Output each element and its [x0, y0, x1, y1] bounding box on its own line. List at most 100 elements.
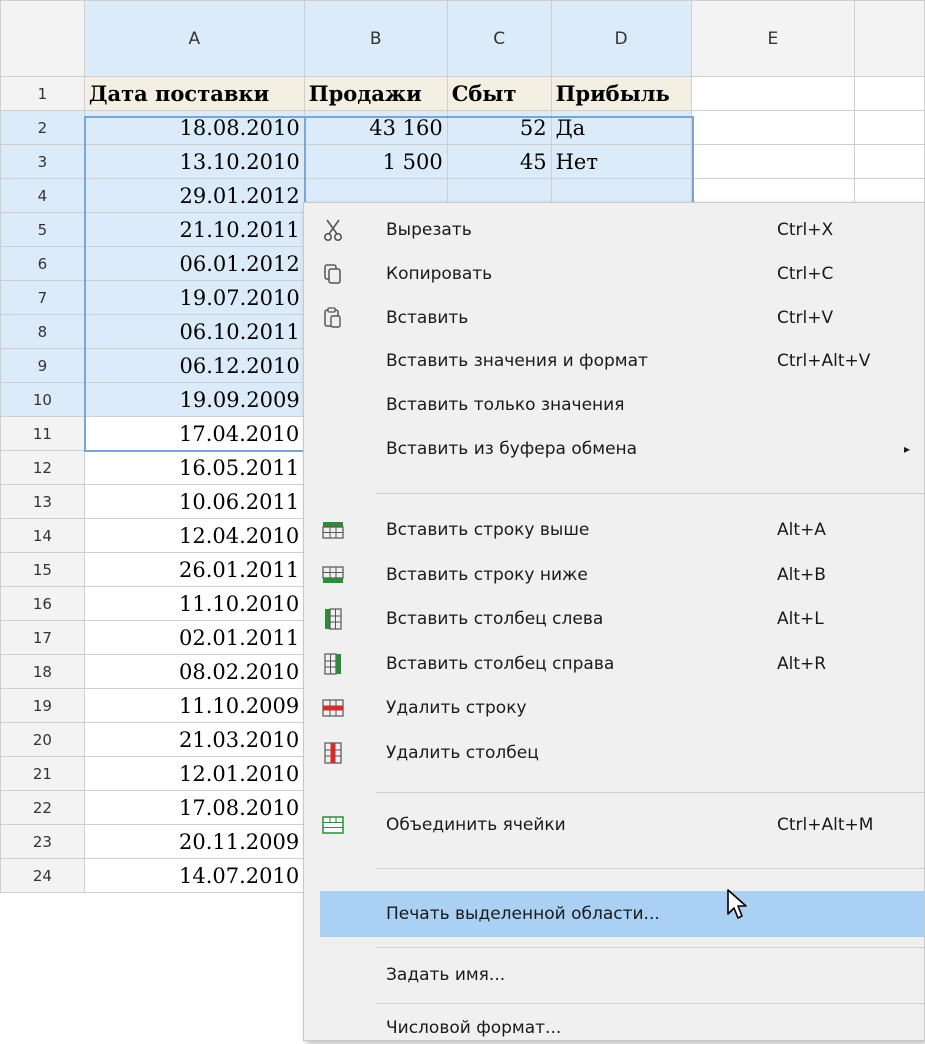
column-header-d[interactable]: D [550, 0, 692, 77]
menu-separator [376, 792, 924, 793]
cell-a24[interactable]: 14.07.2010 [83, 858, 306, 893]
row-header[interactable]: 6 [0, 246, 85, 281]
select-all-corner[interactable] [0, 0, 85, 77]
menu-item-delete-row[interactable]: Удалить строку [320, 688, 924, 728]
row-header[interactable]: 18 [0, 654, 85, 689]
cell-e3[interactable] [690, 144, 856, 179]
cell-a20[interactable]: 21.03.2010 [83, 722, 306, 757]
cell-d1[interactable]: Прибыль [550, 76, 692, 111]
cell-a5[interactable]: 21.10.2011 [83, 212, 305, 247]
row-header[interactable]: 14 [0, 518, 85, 553]
cell-b1[interactable]: Продажи [303, 76, 448, 111]
row-header[interactable]: 12 [0, 450, 85, 485]
menu-item-copy[interactable]: Копировать Ctrl+C [320, 254, 924, 294]
cell-a16[interactable]: 11.10.2010 [83, 586, 306, 621]
cell-a7[interactable]: 19.07.2010 [83, 280, 305, 315]
cell-a8[interactable]: 06.10.2011 [83, 314, 305, 349]
column-header-e[interactable]: E [690, 0, 856, 77]
cell-c1[interactable]: Сбыт [446, 76, 552, 111]
menu-item-define-name[interactable]: Задать имя... [320, 955, 924, 995]
row-header[interactable]: 11 [0, 416, 85, 451]
row-header[interactable]: 21 [0, 756, 85, 791]
menu-item-insert-column-left[interactable]: Вставить столбец слева Alt+L [320, 599, 924, 639]
row-header[interactable]: 20 [0, 722, 85, 757]
menu-item-insert-row-above[interactable]: Вставить строку выше Alt+A [320, 510, 924, 550]
copy-icon [320, 261, 346, 287]
menu-item-insert-row-below[interactable]: Вставить строку ниже Alt+B [320, 555, 924, 595]
row-header[interactable]: 5 [0, 212, 85, 247]
row-header[interactable]: 16 [0, 586, 85, 621]
menu-item-number-format[interactable]: Числовой формат... [320, 1012, 924, 1044]
column-header-c[interactable]: C [446, 0, 552, 77]
paste-icon [320, 305, 346, 331]
menu-item-delete-column[interactable]: Удалить столбец [320, 733, 924, 773]
cell-a18[interactable]: 08.02.2010 [83, 654, 306, 689]
row-header[interactable]: 15 [0, 552, 85, 587]
menu-item-delete-row-label: Удалить строку [386, 698, 527, 718]
row-header[interactable]: 17 [0, 620, 85, 655]
cell-e2[interactable] [690, 110, 856, 145]
column-header-row: ABCDE [0, 0, 925, 77]
column-header-a[interactable]: A [83, 0, 305, 77]
cell-a21[interactable]: 12.01.2010 [83, 756, 306, 791]
cell-a3[interactable]: 13.10.2010 [83, 144, 305, 179]
row-header[interactable]: 10 [0, 382, 85, 417]
menu-item-merge-cells[interactable]: Объединить ячейки Ctrl+Alt+M [320, 805, 924, 845]
cell-a4[interactable]: 29.01.2012 [83, 178, 305, 213]
row-header[interactable]: 23 [0, 824, 85, 859]
row-header[interactable]: 4 [0, 178, 85, 213]
cell-a2[interactable]: 18.08.2010 [83, 110, 305, 145]
row-header[interactable]: 19 [0, 688, 85, 723]
cell-a23[interactable]: 20.11.2009 [83, 824, 306, 859]
cell-f3[interactable] [854, 144, 925, 179]
menu-item-paste-from-clipboard[interactable]: Вставить из буфера обмена ▸ [320, 429, 924, 469]
cell-a17[interactable]: 02.01.2011 [83, 620, 306, 655]
menu-item-print-selection[interactable]: Печать выделенной области... [320, 891, 924, 937]
cell-a11[interactable]: 17.04.2010 [83, 416, 306, 451]
menu-item-merge-cells-label: Объединить ячейки [386, 815, 566, 835]
cell-a1[interactable]: Дата поставки [83, 76, 305, 111]
cell-a13[interactable]: 10.06.2011 [83, 484, 306, 519]
row-header[interactable]: 9 [0, 348, 85, 383]
cell-a12[interactable]: 16.05.2011 [83, 450, 306, 485]
cell-c3[interactable]: 45 [446, 144, 552, 179]
cell-f1[interactable] [854, 76, 925, 111]
menu-item-number-format-label: Числовой формат... [386, 1018, 562, 1038]
cell-a19[interactable]: 11.10.2009 [83, 688, 306, 723]
cell-c2[interactable]: 52 [446, 110, 552, 145]
menu-item-insert-row-above-label: Вставить строку выше [386, 520, 590, 540]
cell-b3[interactable]: 1 500 [303, 144, 448, 179]
cell-e1[interactable] [690, 76, 856, 111]
menu-item-paste-values-only-label: Вставить только значения [386, 395, 625, 415]
cell-a6[interactable]: 06.01.2012 [83, 246, 305, 281]
cell-d3[interactable]: Нет [550, 144, 692, 179]
row-header[interactable]: 8 [0, 314, 85, 349]
menu-item-insert-column-right[interactable]: Вставить столбец справа Alt+R [320, 644, 924, 684]
cell-d2[interactable]: Да [550, 110, 692, 145]
row-header[interactable]: 1 [0, 76, 85, 111]
column-header-b[interactable]: B [303, 0, 448, 77]
row-header[interactable]: 24 [0, 858, 85, 893]
cell-b2[interactable]: 43 160 [303, 110, 448, 145]
row-header[interactable]: 3 [0, 144, 85, 179]
menu-item-cut[interactable]: Вырезать Ctrl+X [320, 210, 924, 250]
cell-a22[interactable]: 17.08.2010 [83, 790, 306, 825]
menu-item-paste-values-format-label: Вставить значения и формат [386, 351, 648, 371]
cell-a14[interactable]: 12.04.2010 [83, 518, 306, 553]
menu-item-print-selection-label: Печать выделенной области... [386, 904, 660, 924]
menu-item-paste-values-format[interactable]: Вставить значения и формат Ctrl+Alt+V [320, 341, 924, 381]
merge-cells-icon [320, 812, 346, 838]
cell-a10[interactable]: 19.09.2009 [83, 382, 305, 417]
table-row: 2 18.08.2010 43 160 52 Да [0, 110, 925, 145]
row-header[interactable]: 22 [0, 790, 85, 825]
column-header-next[interactable] [854, 0, 925, 77]
insert-row-above-icon [320, 517, 346, 543]
menu-item-paste[interactable]: Вставить Ctrl+V [320, 298, 924, 338]
row-header[interactable]: 7 [0, 280, 85, 315]
cell-a15[interactable]: 26.01.2011 [83, 552, 306, 587]
menu-item-paste-values-only[interactable]: Вставить только значения [320, 385, 924, 425]
cell-f2[interactable] [854, 110, 925, 145]
row-header[interactable]: 13 [0, 484, 85, 519]
row-header[interactable]: 2 [0, 110, 85, 145]
cell-a9[interactable]: 06.12.2010 [83, 348, 305, 383]
